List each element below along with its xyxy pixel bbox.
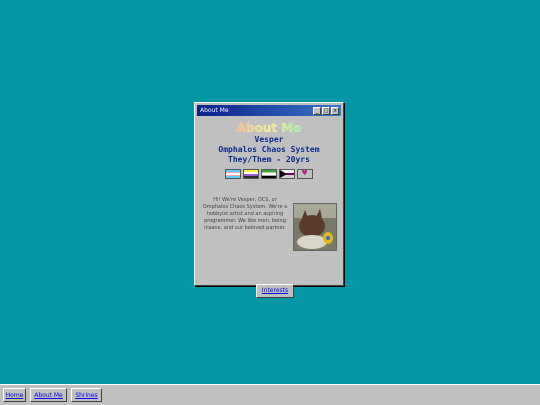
interests-button[interactable]: Interests: [256, 284, 294, 298]
about-me-window: About Me _ □ × About Me Vesper Omphalos …: [194, 102, 344, 298]
pride-flags: ♥: [199, 169, 339, 179]
aromantic-flag-icon: [261, 169, 277, 179]
cat-photo: [293, 203, 337, 251]
bisexual-heart-flag-icon: ♥: [297, 169, 313, 179]
taskbar-home-button[interactable]: Home: [3, 388, 26, 402]
system-line: Omphalos Chaos System: [218, 145, 320, 154]
close-button[interactable]: ×: [331, 107, 339, 115]
window-title: About Me: [200, 107, 229, 114]
taskbar-about-me-button[interactable]: About Me: [30, 388, 67, 402]
taskbar: Home About Me Shrines: [0, 384, 540, 405]
window-titlebar[interactable]: About Me _ □ ×: [197, 105, 341, 116]
name-line: Vesper: [254, 135, 284, 144]
bio-text: Hi! We're Vesper, OCS, or Omphalos Chaos…: [202, 197, 288, 231]
minimize-button[interactable]: _: [313, 107, 321, 115]
transgender-flag-icon: [225, 169, 241, 179]
about-heading: About Me: [199, 121, 339, 135]
nonbinary-flag-icon: [243, 169, 259, 179]
taskbar-shrines-button[interactable]: Shrines: [71, 388, 102, 402]
maximize-button[interactable]: □: [322, 107, 330, 115]
pronouns-line: They/Them - 20yrs: [228, 155, 310, 164]
window-controls: _ □ ×: [313, 107, 339, 115]
demisexual-flag-icon: [279, 169, 295, 179]
window-content: About Me Vesper Omphalos Chaos System Th…: [199, 119, 339, 298]
